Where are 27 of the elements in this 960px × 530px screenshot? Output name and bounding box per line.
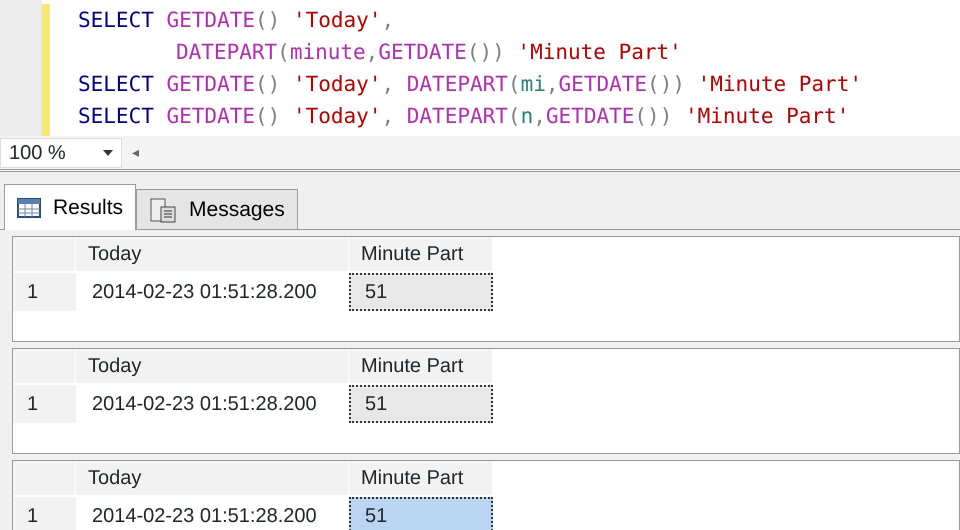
zoom-value: 100 % <box>9 140 66 166</box>
row-number: 1 <box>13 385 76 423</box>
table-cell[interactable]: 51 <box>349 497 493 530</box>
documents-icon <box>149 196 178 222</box>
column-header: Minute Part <box>349 349 493 383</box>
column-header: Today <box>76 461 349 495</box>
column-header: Today <box>76 237 349 271</box>
code-line: SELECT GETDATE() 'Today', DATEPART(mi,GETDATE()) 'Minute Part' <box>78 71 862 98</box>
table-cell[interactable]: 2014-02-23 01:51:28.200 <box>76 497 349 530</box>
column-header: Minute Part <box>349 237 493 271</box>
zoom-dropdown[interactable]: 100 % <box>0 138 122 168</box>
code-line: SELECT GETDATE() 'Today', DATEPART(n,GETDATE()) 'Minute Part' <box>78 103 850 130</box>
code-line: SELECT GETDATE() 'Today', <box>78 7 396 34</box>
column-header: Minute Part <box>349 461 493 495</box>
tab[interactable]: Results <box>4 184 136 230</box>
column-header: Today <box>76 349 349 383</box>
scroll-left-arrow[interactable]: ◂ <box>132 142 139 163</box>
row-number: 1 <box>13 497 76 530</box>
row-number: 1 <box>13 273 76 311</box>
table-cell[interactable]: 2014-02-23 01:51:28.200 <box>76 273 349 311</box>
caret-icon <box>103 150 113 156</box>
table-cell[interactable]: 51 <box>349 273 493 311</box>
grid-icon <box>17 198 41 218</box>
table-cell[interactable]: 51 <box>349 385 493 423</box>
table-cell[interactable]: 2014-02-23 01:51:28.200 <box>76 385 349 423</box>
code-line: DATEPART(minute,GETDATE()) 'Minute Part' <box>175 39 683 66</box>
tab[interactable]: Messages <box>136 189 298 229</box>
